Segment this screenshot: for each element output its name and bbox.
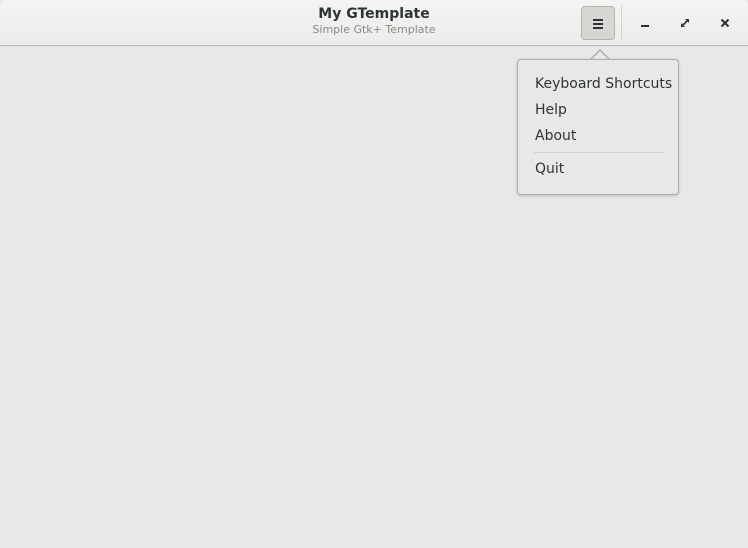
hamburger-menu-icon [593,18,603,29]
content-area [0,46,748,548]
maximize-button[interactable] [670,8,700,38]
header-bar: My GTemplate Simple Gtk+ Template [0,0,748,46]
header-separator [621,6,622,40]
minimize-button[interactable] [630,8,660,38]
app-menu-button[interactable] [581,6,615,40]
close-button[interactable] [710,8,740,38]
minimize-icon [641,25,649,27]
close-icon [720,18,730,28]
maximize-icon [681,19,689,27]
app-window: My GTemplate Simple Gtk+ Template Keyboa… [0,0,748,548]
